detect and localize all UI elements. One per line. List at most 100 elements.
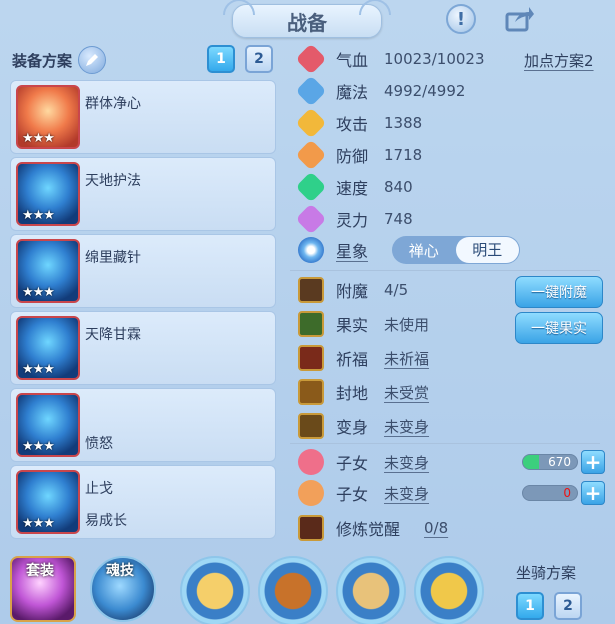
stat-value: 4992/4992: [384, 82, 466, 100]
toggle-option-mingwang[interactable]: 明王: [455, 237, 519, 263]
mount-slot-2-button[interactable]: 2: [554, 592, 582, 620]
share-button[interactable]: [505, 4, 535, 34]
stat-value: 1718: [384, 146, 423, 164]
stat-row-mp: 魔法 4992/4992: [295, 75, 466, 107]
mount-3-icon[interactable]: [336, 556, 406, 624]
suit-set-label: 套装: [26, 563, 54, 579]
stat-row-hp: 气血 10023/10023: [295, 43, 485, 75]
stat-row-defense: 防御 1718: [295, 139, 423, 171]
mount-2-icon[interactable]: [258, 556, 328, 624]
stat-row-speed: 速度 840: [295, 171, 413, 203]
equipment-attribute: 愤怒: [85, 436, 113, 452]
star-rating: ★★★: [22, 208, 55, 223]
equipment-attribute: 易成长: [85, 513, 127, 529]
equipment-item[interactable]: ★★★ 绵里藏针: [10, 234, 276, 308]
stat-label: 封地: [336, 384, 369, 403]
stat-value: 1388: [384, 114, 423, 132]
equipment-item[interactable]: ★★★ 天地护法: [10, 157, 276, 231]
info-alert-button[interactable]: !: [446, 4, 476, 34]
star-rating: ★★★: [22, 439, 55, 454]
shield-icon: [295, 139, 327, 171]
mount-4-icon[interactable]: [414, 556, 484, 624]
child-row-2: 子女 未变身: [298, 479, 429, 507]
armor-icon: ★★★: [16, 239, 80, 303]
stat-label: 攻击: [336, 115, 369, 134]
plus-scheme-link[interactable]: 加点方案2: [524, 50, 594, 71]
cultivation-icon: [298, 515, 324, 541]
fruit-icon: [298, 311, 324, 337]
stat-label: 速度: [336, 179, 369, 198]
enchant-icon: [298, 277, 324, 303]
weapon-icon: ★★★: [16, 393, 80, 457]
star-sign-toggle[interactable]: 禅心 明王: [392, 236, 520, 264]
stat-label: 气血: [336, 51, 369, 70]
equipment-scheme-label: 装备方案: [12, 51, 73, 70]
stat-value[interactable]: 未受赏: [384, 382, 429, 403]
helmet-icon: ★★★: [16, 162, 80, 226]
stat-row-spirit: 灵力 748: [295, 203, 413, 235]
equipment-name: 群体净心: [85, 96, 141, 112]
equipment-item[interactable]: ★★★ 天降甘霖: [10, 311, 276, 385]
equipment-item[interactable]: ★★★ 愤怒: [10, 388, 276, 462]
boots-icon: ★★★: [16, 470, 80, 534]
stat-label: 防御: [336, 147, 369, 166]
banner-ornament-right: [359, 0, 391, 15]
heart-icon: [295, 43, 327, 75]
child-female-icon: [298, 449, 324, 475]
equipment-item[interactable]: ★★★ 群体净心: [10, 80, 276, 154]
necklace-icon: ★★★: [16, 316, 80, 380]
mount-slot-1-button[interactable]: 1: [516, 592, 544, 620]
page-title: 战备: [287, 10, 327, 35]
stat-label: 灵力: [336, 211, 369, 230]
stat-label: 附魔: [336, 282, 369, 301]
speed-icon: [295, 171, 327, 203]
fief-row: 封地 未受赏: [298, 378, 429, 406]
pray-icon: [298, 345, 324, 371]
cultivation-row: 修炼觉醒 0/8: [298, 514, 448, 542]
page-title-banner: 战备: [223, 0, 391, 38]
child-1-add-button[interactable]: +: [581, 450, 605, 474]
equipment-slot-2-button[interactable]: 2: [245, 45, 273, 73]
stat-label: 魔法: [336, 83, 369, 102]
equipment-name: 止戈: [85, 481, 113, 497]
star-sign-icon: [298, 237, 324, 263]
share-icon: [505, 7, 534, 32]
enchant-row: 附魔 4/5: [298, 276, 408, 304]
stat-row-attack: 攻击 1388: [295, 107, 423, 139]
child-row-1: 子女 未变身: [298, 448, 429, 476]
banner-ornament-left: [223, 0, 255, 15]
stat-label: 修炼觉醒: [336, 520, 401, 539]
transform-row: 变身 未变身: [298, 412, 429, 440]
fruit-row: 果实 未使用: [298, 310, 429, 338]
star-rating: ★★★: [22, 285, 55, 300]
star-sign-label[interactable]: 星象: [336, 238, 384, 262]
bar-value: 0: [563, 486, 571, 500]
child-2-add-button[interactable]: +: [581, 481, 605, 505]
stat-value[interactable]: 未变身: [384, 452, 429, 473]
equipment-slot-1-button[interactable]: 1: [207, 45, 235, 73]
stat-value: 748: [384, 210, 413, 228]
bar-fill: [523, 455, 540, 469]
stat-label: 果实: [336, 316, 369, 335]
mount-1-icon[interactable]: [180, 556, 250, 624]
stat-value: 4/5: [384, 281, 409, 299]
fruit-all-button[interactable]: 一键果实: [515, 312, 603, 344]
stat-value[interactable]: 未变身: [384, 483, 429, 504]
star-sign-row: 星象: [298, 236, 384, 264]
spirit-icon: [295, 203, 327, 235]
equipment-scheme-header: 装备方案: [12, 46, 107, 74]
stat-label: 变身: [336, 418, 369, 437]
stat-value: 840: [384, 178, 413, 196]
equipment-item[interactable]: ★★★ 止戈 易成长: [10, 465, 276, 539]
enchant-all-button[interactable]: 一键附魔: [515, 276, 603, 308]
mana-icon: [295, 75, 327, 107]
stat-label: 祈福: [336, 350, 369, 369]
star-rating: ★★★: [22, 131, 55, 146]
edit-pen-icon[interactable]: [78, 46, 107, 74]
stat-value: 未使用: [384, 315, 430, 334]
toggle-option-chanxin[interactable]: 禅心: [392, 240, 456, 261]
star-rating: ★★★: [22, 362, 55, 377]
stat-value[interactable]: 未祈福: [384, 348, 429, 369]
stat-value[interactable]: 未变身: [384, 416, 429, 437]
stat-value[interactable]: 0/8: [424, 519, 448, 537]
